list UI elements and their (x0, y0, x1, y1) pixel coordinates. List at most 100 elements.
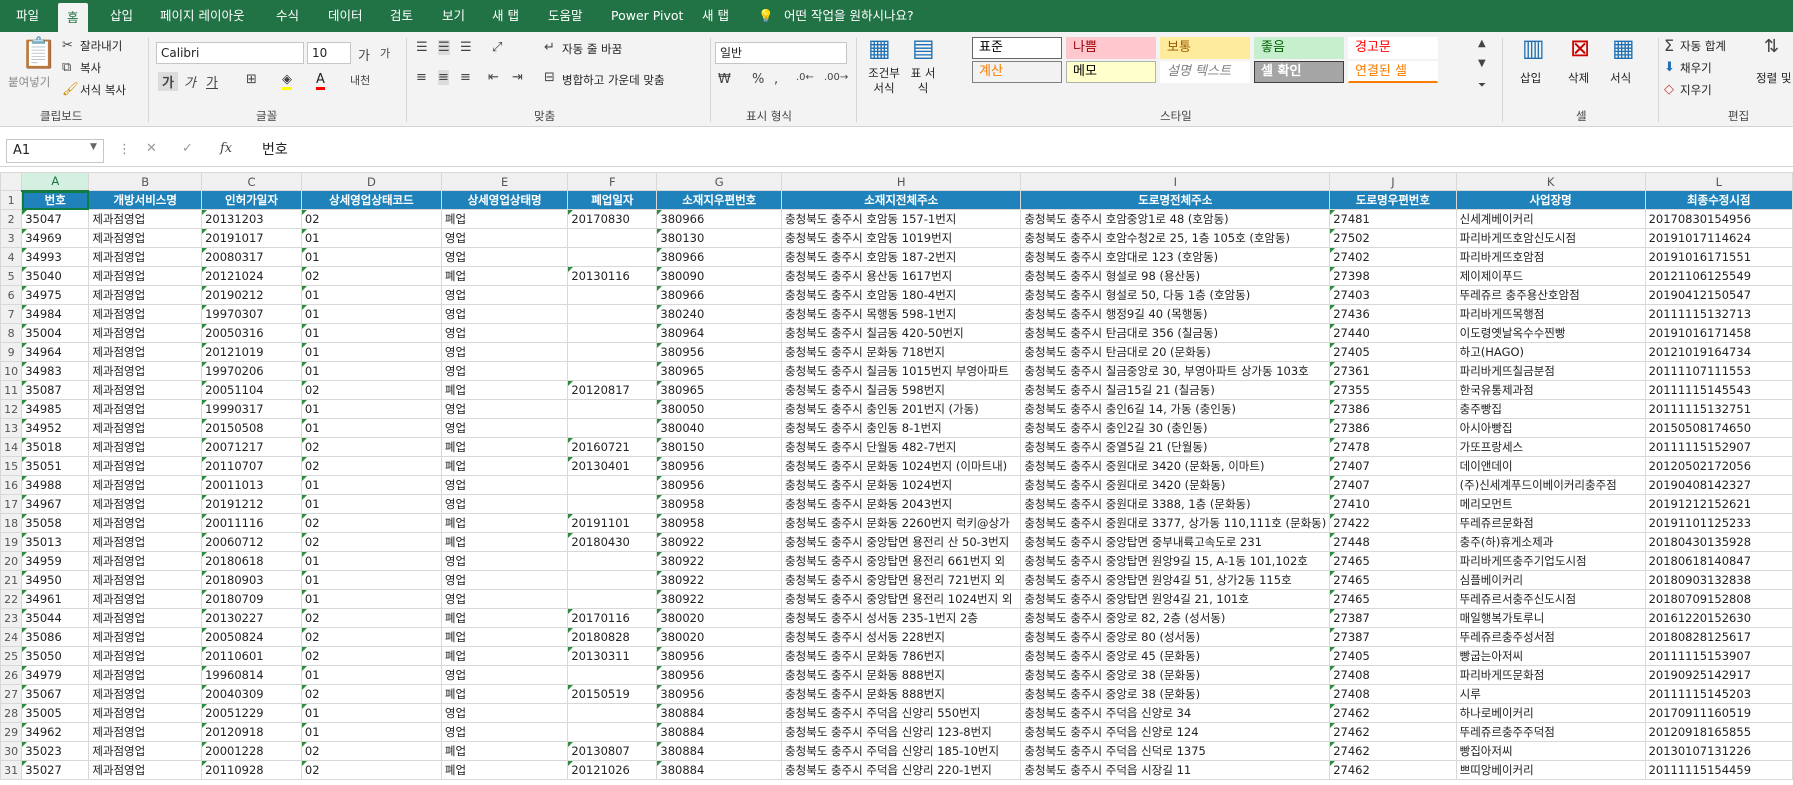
cell[interactable]: 380966 (656, 247, 783, 267)
cell[interactable]: 20111115152907 (1644, 437, 1793, 457)
row-header[interactable]: 5 (0, 266, 23, 286)
cell[interactable]: 제과점영업 (88, 646, 203, 666)
cell[interactable]: 아시아빵집 (1455, 418, 1646, 438)
cell[interactable] (567, 418, 658, 438)
cell[interactable]: 01 (300, 703, 442, 723)
cell[interactable]: 충청북도 충주시 중앙로 82, 2층 (성서동) (1020, 608, 1331, 628)
header-cell[interactable]: 개방서비스명 (88, 190, 203, 210)
borders-icon[interactable]: ⊞ (246, 72, 257, 87)
cell-style-6[interactable]: 메모 (1066, 61, 1156, 83)
cell[interactable]: (주)신세계푸드이베이커리충주점 (1455, 475, 1646, 495)
cell[interactable]: 충청북도 충주시 호암동 1019번지 (781, 228, 1022, 248)
cell-style-9[interactable]: 연결된 셀 (1348, 61, 1438, 83)
cell[interactable]: 35058 (21, 513, 90, 533)
cell[interactable]: 35023 (21, 741, 90, 761)
cell[interactable]: 27465 (1329, 570, 1457, 590)
font-size-select[interactable]: 10 (307, 42, 351, 64)
tab-help[interactable]: 도움말 (548, 0, 583, 32)
cell[interactable]: 380922 (656, 551, 783, 571)
cell[interactable]: 충청북도 충주시 호암중앙1로 48 (호암동) (1020, 209, 1331, 229)
cell[interactable]: 충청북도 충주시 중원대로 3420 (문화동) (1020, 475, 1331, 495)
cell[interactable]: 폐업 (440, 456, 569, 476)
cell[interactable]: 제과점영업 (88, 760, 203, 780)
cell[interactable]: 충주(하)휴게소제과 (1455, 532, 1646, 552)
cell[interactable]: 01 (300, 285, 442, 305)
align-left-icon[interactable]: ≡ (416, 70, 427, 85)
cell-style-2[interactable]: 보통 (1160, 37, 1250, 59)
cell[interactable]: 영업 (440, 589, 569, 609)
chevron-down-icon[interactable]: ▼ (90, 142, 97, 152)
cell[interactable]: 380050 (656, 399, 783, 419)
cell[interactable]: 충청북도 충주시 형설로 98 (용산동) (1020, 266, 1331, 286)
cell[interactable]: 20150508 (201, 418, 302, 438)
cell[interactable]: 27448 (1329, 532, 1457, 552)
cell[interactable]: 35027 (21, 760, 90, 780)
cell[interactable]: 충청북도 충주시 중앙탑면 원앙9길 15, A-1동 101,102호 (1020, 551, 1331, 571)
cell[interactable] (567, 342, 658, 362)
cell[interactable]: 제과점영업 (88, 323, 203, 343)
header-cell[interactable]: 소재지전체주소 (781, 190, 1022, 210)
cell[interactable]: 27408 (1329, 665, 1457, 685)
cell[interactable]: 380884 (656, 722, 783, 742)
cell[interactable]: 영업 (440, 285, 569, 305)
cell[interactable]: 02 (300, 684, 442, 704)
wrap-text-icon[interactable]: ↵ (544, 40, 555, 55)
cell[interactable]: 20170116 (567, 608, 658, 628)
cell[interactable]: 20191016171458 (1644, 323, 1793, 343)
cell[interactable]: 380956 (656, 684, 783, 704)
row-header[interactable]: 12 (0, 399, 23, 419)
tab-new-2[interactable]: 새 탭 (702, 0, 729, 32)
cell[interactable]: 폐업 (440, 760, 569, 780)
cell[interactable]: 380956 (656, 456, 783, 476)
align-top-icon[interactable]: ☰ (416, 40, 428, 55)
cell[interactable]: 20121019164734 (1644, 342, 1793, 362)
cell[interactable]: 제과점영업 (88, 456, 203, 476)
cell[interactable]: 제과점영업 (88, 380, 203, 400)
cell[interactable]: 충청북도 충주시 중앙로 45 (문화동) (1020, 646, 1331, 666)
cell[interactable]: 제과점영업 (88, 741, 203, 761)
cell[interactable]: 폐업 (440, 532, 569, 552)
cell[interactable]: 35051 (21, 456, 90, 476)
cell[interactable]: 제과점영업 (88, 608, 203, 628)
delete-cells-icon[interactable]: ⊠ (1570, 34, 1590, 62)
align-bottom-icon[interactable]: ☰ (460, 40, 472, 55)
cell[interactable]: 34962 (21, 722, 90, 742)
cell[interactable]: 380020 (656, 608, 783, 628)
cell[interactable]: 20160721 (567, 437, 658, 457)
cell[interactable]: 20131203 (201, 209, 302, 229)
cell[interactable]: 충청북도 충주시 탄금대로 20 (문화동) (1020, 342, 1331, 362)
cell[interactable]: 제이제이푸드 (1455, 266, 1646, 286)
column-header-b[interactable]: B (88, 172, 203, 191)
cell[interactable]: 02 (300, 627, 442, 647)
column-header-k[interactable]: K (1455, 172, 1646, 191)
cell[interactable]: 27462 (1329, 760, 1457, 780)
cell[interactable]: 380965 (656, 380, 783, 400)
cell[interactable]: 02 (300, 209, 442, 229)
cell[interactable]: 20180828125617 (1644, 627, 1793, 647)
cell[interactable]: 01 (300, 494, 442, 514)
cell[interactable]: 20110601 (201, 646, 302, 666)
cell[interactable]: 20121019 (201, 342, 302, 362)
column-header-e[interactable]: E (440, 172, 569, 191)
cell[interactable]: 20191101 (567, 513, 658, 533)
cell[interactable]: 01 (300, 247, 442, 267)
cell[interactable]: 영업 (440, 228, 569, 248)
row-header[interactable]: 4 (0, 247, 23, 267)
cell[interactable]: 한국유통제과점 (1455, 380, 1646, 400)
cell[interactable]: 영업 (440, 247, 569, 267)
cell[interactable]: 380956 (656, 665, 783, 685)
cell[interactable]: 27465 (1329, 551, 1457, 571)
table-format-icon[interactable]: ▤ (912, 34, 935, 62)
cell[interactable]: 02 (300, 456, 442, 476)
cell[interactable]: 27355 (1329, 380, 1457, 400)
cell[interactable]: 27462 (1329, 741, 1457, 761)
cell[interactable]: 20051229 (201, 703, 302, 723)
cell[interactable]: 27465 (1329, 589, 1457, 609)
row-header[interactable]: 2 (0, 209, 23, 229)
cell[interactable]: 충주빵집 (1455, 399, 1646, 419)
cell-style-4[interactable]: 경고문 (1348, 37, 1438, 59)
italic-button[interactable]: 가 (184, 72, 196, 91)
cell[interactable]: 34959 (21, 551, 90, 571)
tab-formulas[interactable]: 수식 (276, 0, 299, 32)
header-cell[interactable]: 도로명우편번호 (1329, 190, 1457, 210)
